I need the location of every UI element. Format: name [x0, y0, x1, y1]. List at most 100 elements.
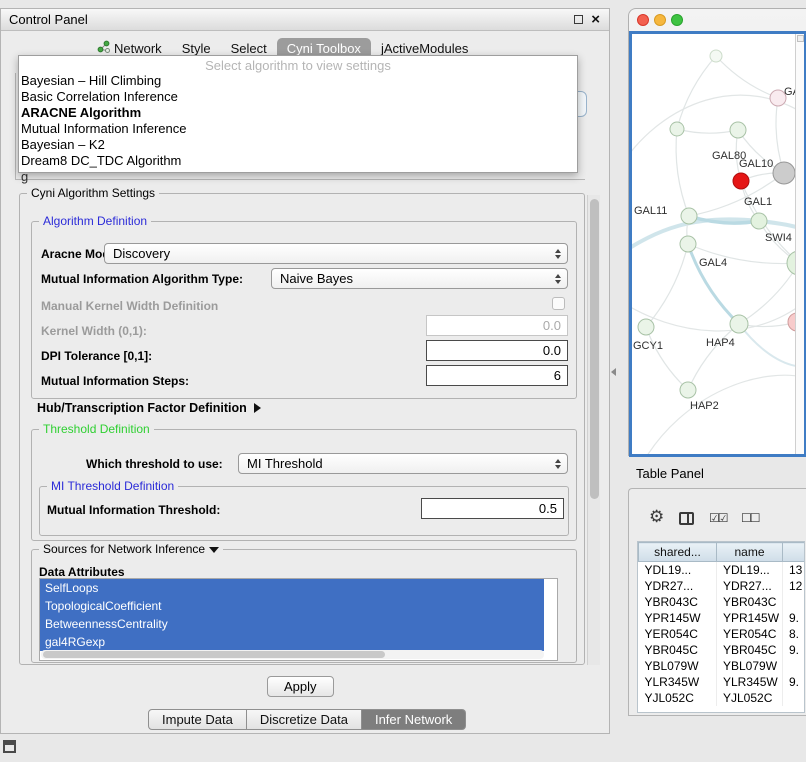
sources-title[interactable]: Sources for Network Inference [39, 542, 223, 556]
minimize-traffic-light[interactable] [654, 14, 666, 26]
table-cell[interactable]: YLR345W [639, 674, 717, 690]
network-edge[interactable] [677, 56, 716, 129]
table-cell[interactable]: YBR045C [717, 642, 783, 658]
select-all-checks-icon[interactable]: ☑☑ [709, 511, 727, 525]
hub-section-toggle[interactable]: Hub/Transcription Factor Definition [37, 401, 261, 415]
table-row[interactable]: YPR145WYPR145W9. [639, 610, 806, 626]
table-cell[interactable]: YBR043C [639, 594, 717, 610]
bottom-tab-impute-data[interactable]: Impute Data [148, 709, 247, 730]
table-row[interactable]: YBR045CYBR045C9. [639, 642, 806, 658]
table-cell[interactable]: YDL19... [639, 562, 717, 578]
table-cell[interactable] [783, 690, 806, 706]
table-cell[interactable]: YBL079W [717, 658, 783, 674]
table-cell[interactable]: 9. [783, 674, 806, 690]
network-vscrollbar[interactable] [795, 34, 804, 454]
table-cell[interactable]: YDR27... [639, 578, 717, 594]
algorithm-option-dream8-dc-tdc-algorithm[interactable]: Dream8 DC_TDC Algorithm [19, 153, 577, 169]
minimized-window-icon[interactable] [3, 740, 16, 753]
column-header-name[interactable]: name [717, 543, 783, 562]
float-window-icon[interactable] [574, 15, 583, 24]
table-row[interactable]: YDR27...YDR27...12 [639, 578, 806, 594]
attribute-item-selfloops[interactable]: SelfLoops [40, 579, 544, 597]
table-cell[interactable]: YDR27... [717, 578, 783, 594]
column-header-cut[interactable] [783, 543, 806, 562]
table-cell[interactable]: YPR145W [639, 610, 717, 626]
table-cell[interactable]: 9. [783, 610, 806, 626]
network-node-unlabeled[interactable] [710, 50, 722, 62]
table-cell[interactable] [783, 658, 806, 674]
table-row[interactable]: YJL052CYJL052C [639, 690, 806, 706]
deselect-all-checks-icon[interactable]: ☐☐ [741, 511, 759, 525]
column-header-shared[interactable]: shared... [639, 543, 717, 562]
algorithm-option-basic-correlation-inference[interactable]: Basic Correlation Inference [19, 89, 577, 105]
table-cell[interactable]: YBR043C [717, 594, 783, 610]
data-attributes-list[interactable]: SelfLoopsTopologicalCoefficientBetweenne… [39, 578, 558, 661]
table-cell[interactable]: 9. [783, 642, 806, 658]
settings-scrollbar-thumb[interactable] [590, 199, 599, 499]
table-row[interactable]: YDL19...YDL19...13 [639, 562, 806, 578]
network-node-gcy1[interactable] [638, 319, 654, 335]
network-edge[interactable] [646, 327, 688, 390]
apply-button[interactable]: Apply [267, 676, 334, 697]
network-canvas[interactable]: GAL80GALGAL10GAL1GAL11SWI4GAL4HAP4YGCY1H… [629, 31, 806, 457]
attribute-item-gal4rgexp[interactable]: gal4RGexp [40, 633, 544, 651]
settings-scrollbar[interactable] [587, 195, 600, 665]
table-row[interactable]: YER054CYER054C8. [639, 626, 806, 642]
network-edge[interactable] [676, 129, 689, 216]
list-horizontal-scrollbar[interactable] [41, 650, 544, 659]
close-traffic-light[interactable] [637, 14, 649, 26]
table-cell[interactable]: YJL052C [717, 690, 783, 706]
close-window-icon[interactable]: × [591, 14, 600, 26]
table-cell[interactable]: YJL052C [639, 690, 717, 706]
bottom-tab-infer-network[interactable]: Infer Network [362, 709, 466, 730]
table-cell[interactable]: 8. [783, 626, 806, 642]
table-cell[interactable] [783, 594, 806, 610]
splitter-collapse-icon[interactable] [611, 368, 616, 376]
columns-icon[interactable] [679, 512, 694, 525]
aracne-mode-select[interactable]: Discovery [104, 243, 568, 264]
table-cell[interactable]: YLR345W [717, 674, 783, 690]
network-node-gal80[interactable] [730, 122, 746, 138]
gear-icon[interactable]: ⚙ [649, 507, 664, 527]
algorithm-option-aracne-algorithm[interactable]: ARACNE Algorithm [19, 105, 577, 121]
algorithm-option-mutual-information-inference[interactable]: Mutual Information Inference [19, 121, 577, 137]
network-edge[interactable] [716, 56, 778, 98]
network-node-hap4[interactable] [730, 315, 748, 333]
which-threshold-select[interactable]: MI Threshold [238, 453, 568, 474]
table-cell[interactable]: 12 [783, 578, 806, 594]
algorithm-option-bayesian-hill-climbing[interactable]: Bayesian – Hill Climbing [19, 73, 577, 89]
node-table-viewport[interactable]: shared...name YDL19...YDL19...13YDR27...… [637, 541, 805, 713]
network-node-swi4[interactable] [751, 213, 767, 229]
table-row[interactable]: YLR345WYLR345W9. [639, 674, 806, 690]
table-cell[interactable]: YBL079W [639, 658, 717, 674]
table-cell[interactable]: YPR145W [717, 610, 783, 626]
network-node-gal10[interactable] [773, 162, 795, 184]
mi-threshold-input[interactable]: 0.5 [421, 498, 564, 519]
mi-type-select[interactable]: Naive Bayes [271, 268, 568, 289]
table-cell[interactable]: YER054C [639, 626, 717, 642]
network-node-hap2[interactable] [680, 382, 696, 398]
network-node-gal1[interactable] [733, 173, 749, 189]
table-cell[interactable]: YDL19... [717, 562, 783, 578]
network-edge[interactable] [688, 324, 739, 390]
table-cell[interactable]: YER054C [717, 626, 783, 642]
network-edge[interactable] [677, 129, 738, 133]
network-node-gal11[interactable] [681, 208, 697, 224]
dpi-tolerance-input[interactable]: 0.0 [426, 340, 568, 361]
network-node-unlabeled[interactable] [670, 122, 684, 136]
network-edge[interactable] [739, 263, 799, 324]
network-node-gal4[interactable] [680, 236, 696, 252]
mi-steps-input[interactable]: 6 [426, 365, 568, 386]
zoom-traffic-light[interactable] [671, 14, 683, 26]
threshold-definition-title: Threshold Definition [39, 422, 154, 436]
algorithm-option-bayesian-k2[interactable]: Bayesian – K2 [19, 137, 577, 153]
bottom-tab-discretize-data[interactable]: Discretize Data [247, 709, 362, 730]
attribute-item-betweennesscentrality[interactable]: BetweennessCentrality [40, 615, 544, 633]
table-row[interactable]: YBL079WYBL079W [639, 658, 806, 674]
network-edge[interactable] [646, 244, 688, 327]
network-edge[interactable] [688, 244, 739, 324]
table-cell[interactable]: 13 [783, 562, 806, 578]
table-cell[interactable]: YBR045C [639, 642, 717, 658]
table-row[interactable]: YBR043CYBR043C [639, 594, 806, 610]
attribute-item-topologicalcoefficient[interactable]: TopologicalCoefficient [40, 597, 544, 615]
